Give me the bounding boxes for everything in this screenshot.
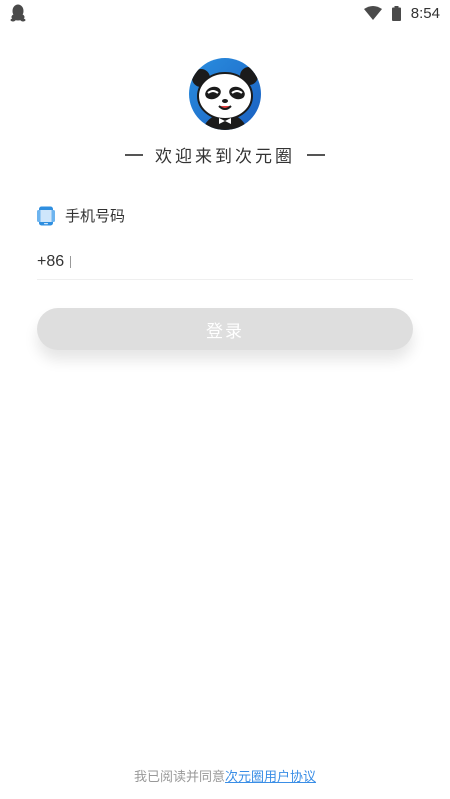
phone-label: 手机号码: [65, 207, 126, 225]
phone-icon: [37, 206, 55, 226]
welcome-heading: 欢迎来到次元圈: [0, 142, 450, 167]
user-agreement-link[interactable]: 次元圈用户协议: [225, 770, 316, 785]
divider-right: [307, 153, 325, 156]
panda-avatar-icon: [187, 56, 263, 132]
status-right: 8:54: [363, 4, 440, 22]
status-left: [10, 4, 26, 22]
wifi-icon: [363, 6, 382, 20]
battery-icon: [391, 5, 401, 21]
login-button[interactable]: 登录: [37, 308, 413, 350]
welcome-text: 欢迎来到次元圈: [155, 147, 295, 167]
text-caret: [70, 255, 72, 268]
agreement-notice: 我已阅读并同意次元圈用户协议: [0, 766, 450, 785]
qq-icon: [10, 4, 26, 22]
status-bar: 8:54: [0, 0, 450, 26]
status-time: 8:54: [410, 4, 440, 22]
login-screen: 8:54 欢迎来到次元圈 手机号码 +86 登录 我已阅读并同意次元圈用户协议: [0, 0, 450, 799]
agreement-prefix: 我已阅读并同意: [133, 770, 225, 785]
phone-label-row: 手机号码: [37, 205, 125, 226]
phone-input-row[interactable]: +86: [37, 244, 413, 280]
login-button-label: 登录: [206, 321, 244, 341]
phone-input[interactable]: [77, 246, 378, 277]
country-code[interactable]: +86: [37, 253, 64, 271]
divider-left: [125, 153, 143, 156]
